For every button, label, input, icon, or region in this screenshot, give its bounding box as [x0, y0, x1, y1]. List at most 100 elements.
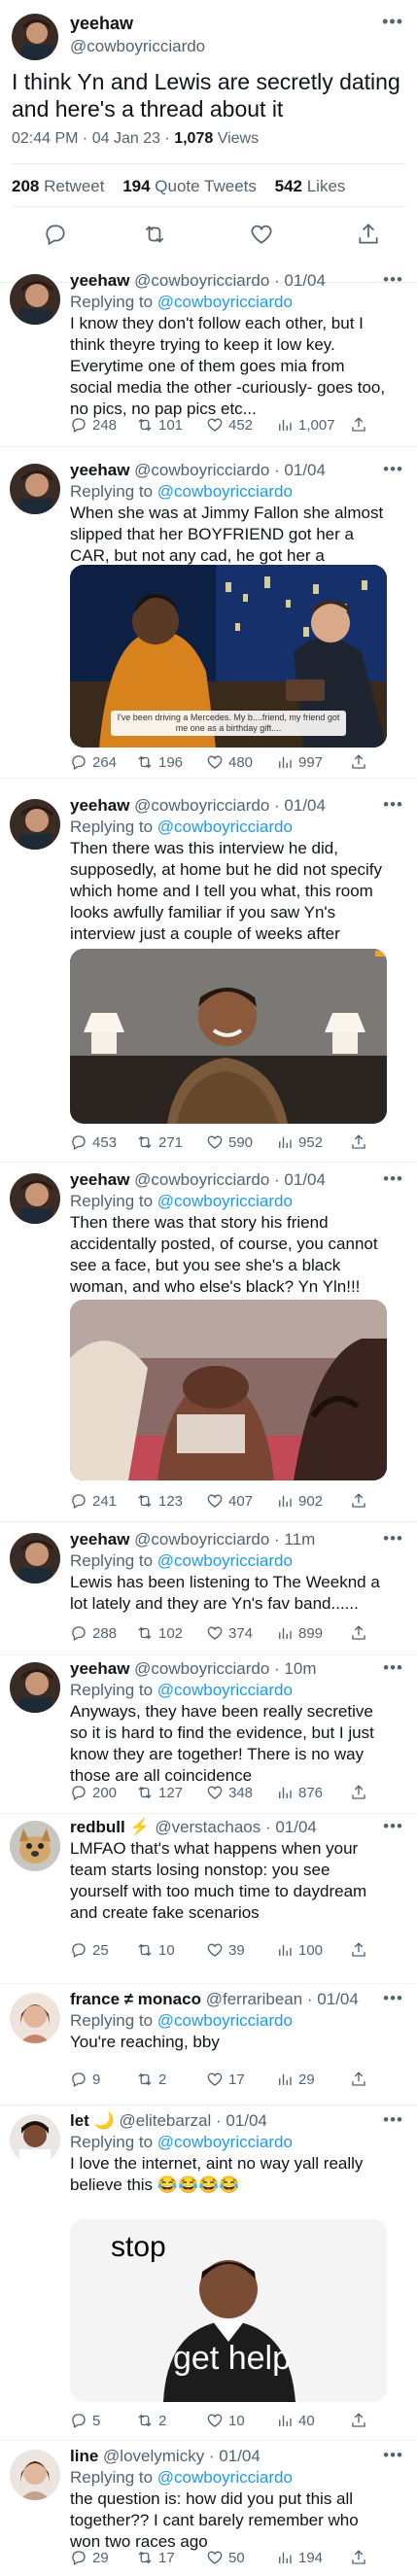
avatar[interactable]: [10, 2114, 60, 2165]
share-button[interactable]: [350, 1624, 367, 1642]
reply-tweet[interactable]: ••• redbull ⚡ @verstachaos · 01/04 LMFAO…: [0, 1813, 417, 1984]
retweet-stat[interactable]: 208 Retweet: [12, 177, 104, 195]
retweet-button[interactable]: 17: [136, 2549, 175, 2566]
avatar[interactable]: [10, 1821, 60, 1871]
replying-to-link[interactable]: @cowboyricciardo: [157, 1551, 293, 1570]
avatar[interactable]: [10, 2450, 60, 2500]
retweet-button[interactable]: 102: [136, 1624, 183, 1642]
avatar[interactable]: [10, 1993, 60, 2043]
views-button[interactable]: 902: [276, 1492, 323, 1510]
reply-button[interactable]: 288: [70, 1624, 117, 1642]
reply-tweet[interactable]: ••• france ≠ monaco @ferraribean · 01/04…: [0, 1983, 417, 2106]
author-name[interactable]: france ≠ monaco: [70, 1990, 201, 2008]
like-button[interactable]: 39: [206, 1941, 245, 1959]
views-button[interactable]: 997: [276, 753, 323, 771]
like-button[interactable]: 590: [206, 1133, 253, 1151]
like-button[interactable]: 407: [206, 1492, 253, 1510]
reply-button[interactable]: 200: [70, 1784, 117, 1801]
views-button[interactable]: 899: [276, 1624, 323, 1642]
author-handle[interactable]: @ferraribean · 01/04: [206, 1990, 359, 2008]
share-button[interactable]: [350, 1492, 367, 1510]
replying-to-link[interactable]: @cowboyricciardo: [157, 2011, 293, 2030]
author-handle[interactable]: @elitebarzal · 01/04: [119, 2111, 266, 2130]
reply-tweet[interactable]: ••• let 🌙 @elitebarzal · 01/04 Replying …: [0, 2105, 417, 2441]
reply-tweet[interactable]: ••• yeehaw @cowboyricciardo · 10m Replyi…: [0, 1654, 417, 1814]
author-handle[interactable]: @cowboyricciardo · 01/04: [134, 796, 326, 815]
like-button[interactable]: 480: [206, 753, 253, 771]
author-name[interactable]: yeehaw: [70, 1530, 129, 1549]
like-button[interactable]: 374: [206, 1624, 253, 1642]
reply-button[interactable]: 264: [70, 753, 117, 771]
author-name[interactable]: yeehaw: [70, 1659, 129, 1678]
tweet-image[interactable]: I've been driving a Mercedes. My b....fr…: [70, 565, 387, 748]
retweet-button[interactable]: 196: [136, 753, 183, 771]
share-button[interactable]: [350, 2549, 367, 2566]
avatar[interactable]: [10, 274, 60, 325]
retweet-button[interactable]: 2: [136, 2071, 166, 2088]
reply-button[interactable]: 453: [70, 1133, 117, 1151]
avatar[interactable]: [10, 1533, 60, 1584]
author-name[interactable]: yeehaw: [70, 796, 129, 815]
views-button[interactable]: 29: [276, 2071, 315, 2088]
author-name[interactable]: yeehaw: [70, 1170, 129, 1189]
share-icon[interactable]: [356, 222, 385, 251]
views-button[interactable]: 876: [276, 1784, 323, 1801]
author-name[interactable]: redbull: [70, 1818, 125, 1836]
retweet-button[interactable]: 101: [136, 416, 183, 434]
reply-button[interactable]: 9: [70, 2071, 100, 2088]
views-button[interactable]: 194: [276, 2549, 323, 2566]
share-button[interactable]: [350, 416, 367, 434]
heart-icon[interactable]: [249, 222, 278, 251]
like-button[interactable]: 10: [206, 2412, 245, 2429]
tweet-image[interactable]: [70, 949, 387, 1124]
replying-to-link[interactable]: @cowboyricciardo: [157, 2468, 293, 2487]
like-button[interactable]: 348: [206, 1784, 253, 1801]
reply-button[interactable]: 29: [70, 2549, 109, 2566]
retweet-button[interactable]: 271: [136, 1133, 183, 1151]
avatar[interactable]: [10, 464, 60, 514]
reply-tweet[interactable]: ••• yeehaw @cowboyricciardo · 01/04 Repl…: [0, 255, 417, 447]
retweet-button[interactable]: 123: [136, 1492, 183, 1510]
share-button[interactable]: [350, 2412, 367, 2429]
likes-stat[interactable]: 542 Likes: [275, 177, 346, 195]
replying-to-link[interactable]: @cowboyricciardo: [157, 482, 293, 501]
reply-icon[interactable]: [43, 222, 72, 251]
views-button[interactable]: 100: [276, 1941, 323, 1959]
views-button[interactable]: 952: [276, 1133, 323, 1151]
retweet-button[interactable]: 127: [136, 1784, 183, 1801]
author-handle[interactable]: @cowboyricciardo · 01/04: [134, 271, 326, 290]
more-icon[interactable]: •••: [382, 12, 403, 32]
author-handle[interactable]: @cowboyricciardo · 10m: [134, 1659, 316, 1678]
author-name[interactable]: yeehaw: [70, 461, 129, 479]
reply-tweet[interactable]: ••• yeehaw @cowboyricciardo · 11m Replyi…: [0, 1521, 417, 1655]
share-button[interactable]: [350, 2071, 367, 2088]
author-handle[interactable]: @cowboyricciardo · 11m: [134, 1530, 315, 1549]
retweet-icon[interactable]: [142, 222, 171, 251]
author-name[interactable]: yeehaw: [70, 14, 133, 34]
share-button[interactable]: [350, 753, 367, 771]
reply-button[interactable]: 241: [70, 1492, 117, 1510]
author-handle[interactable]: @cowboyricciardo: [70, 37, 205, 56]
views-button[interactable]: 40: [276, 2412, 315, 2429]
views-button[interactable]: 1,007: [276, 416, 335, 434]
replying-to-link[interactable]: @cowboyricciardo: [157, 293, 293, 311]
author-name[interactable]: yeehaw: [70, 271, 129, 290]
replying-to-link[interactable]: @cowboyricciardo: [157, 2133, 293, 2151]
avatar[interactable]: [12, 14, 58, 60]
replying-to-link[interactable]: @cowboyricciardo: [157, 1681, 293, 1699]
reply-button[interactable]: 5: [70, 2412, 100, 2429]
author-handle[interactable]: @verstachaos · 01/04: [155, 1818, 317, 1836]
reply-tweet[interactable]: ••• yeehaw @cowboyricciardo · 01/04 Repl…: [0, 446, 417, 779]
retweet-button[interactable]: 2: [136, 2412, 166, 2429]
reply-button[interactable]: 248: [70, 416, 117, 434]
replying-to-link[interactable]: @cowboyricciardo: [157, 1192, 293, 1210]
share-button[interactable]: [350, 1133, 367, 1151]
like-button[interactable]: 452: [206, 416, 253, 434]
author-handle[interactable]: @lovelymicky · 01/04: [103, 2447, 261, 2465]
reply-tweet[interactable]: ••• yeehaw @cowboyricciardo · 01/04 Repl…: [0, 778, 417, 1163]
retweet-button[interactable]: 10: [136, 1941, 175, 1959]
reply-button[interactable]: 25: [70, 1941, 109, 1959]
author-handle[interactable]: @cowboyricciardo · 01/04: [134, 1170, 326, 1189]
share-button[interactable]: [350, 1941, 367, 1959]
replying-to-link[interactable]: @cowboyricciardo: [157, 818, 293, 836]
